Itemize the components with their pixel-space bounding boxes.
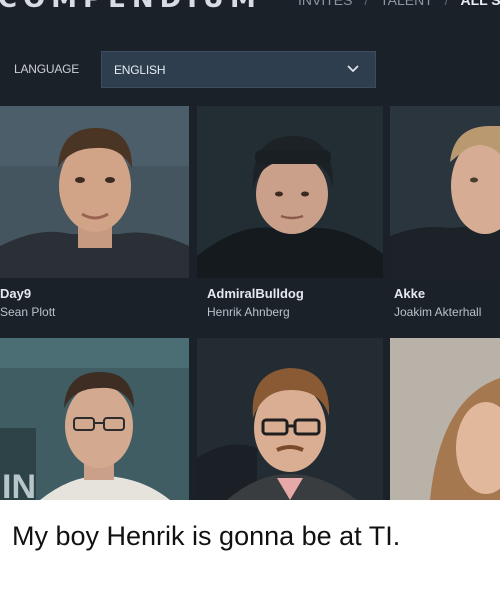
tab-talent[interactable]: TALENT	[380, 0, 433, 9]
talent-info: AdmiralBulldog Henrik Ahnberg	[197, 278, 383, 338]
talent-card-portrait[interactable]: IN	[0, 338, 189, 500]
talent-alias: AdmiralBulldog	[207, 286, 304, 301]
meme-caption: My boy Henrik is gonna be at TI.	[12, 521, 401, 551]
talent-real-name: Sean Plott	[0, 305, 56, 319]
header-tabs: INVITES / TALENT / ALL S	[298, 0, 500, 9]
talent-card-portrait[interactable]	[390, 338, 500, 500]
svg-text:IN: IN	[2, 468, 36, 500]
talent-card-akke[interactable]: Akke Joakim Akterhall	[390, 106, 500, 338]
compendium-logo: COMPENDIUM	[0, 0, 262, 12]
talent-portrait	[0, 106, 189, 278]
tab-separator: /	[444, 0, 449, 8]
talent-portrait: IN	[0, 338, 189, 500]
talent-real-name: Joakim Akterhall	[394, 305, 482, 319]
talent-alias: Day9	[0, 286, 32, 301]
talent-card-portrait[interactable]	[197, 338, 383, 500]
tab-all[interactable]: ALL S	[460, 0, 500, 9]
talent-card-day9[interactable]: Day9 Sean Plott	[0, 106, 189, 338]
talent-real-name: Henrik Ahnberg	[207, 305, 290, 319]
tab-invites[interactable]: INVITES	[298, 0, 352, 9]
game-client-screenshot: COMPENDIUM INVITES / TALENT / ALL S LANG…	[0, 0, 500, 500]
talent-info: Day9 Sean Plott	[0, 278, 189, 338]
talent-info: Akke Joakim Akterhall	[390, 278, 500, 338]
talent-alias: Akke	[394, 286, 426, 301]
header-bar: COMPENDIUM INVITES / TALENT / ALL S	[0, 0, 500, 12]
talent-portrait	[390, 106, 500, 278]
talent-card-admiralbulldog[interactable]: AdmiralBulldog Henrik Ahnberg	[197, 106, 383, 338]
talent-portrait	[197, 106, 383, 278]
language-dropdown[interactable]: ENGLISH	[101, 51, 376, 88]
chevron-down-icon	[347, 65, 359, 73]
talent-portrait	[197, 338, 383, 500]
language-selected-value: ENGLISH	[114, 63, 166, 77]
talent-portrait	[390, 338, 500, 500]
language-label: LANGUAGE	[14, 62, 80, 76]
tab-separator: /	[364, 0, 369, 8]
